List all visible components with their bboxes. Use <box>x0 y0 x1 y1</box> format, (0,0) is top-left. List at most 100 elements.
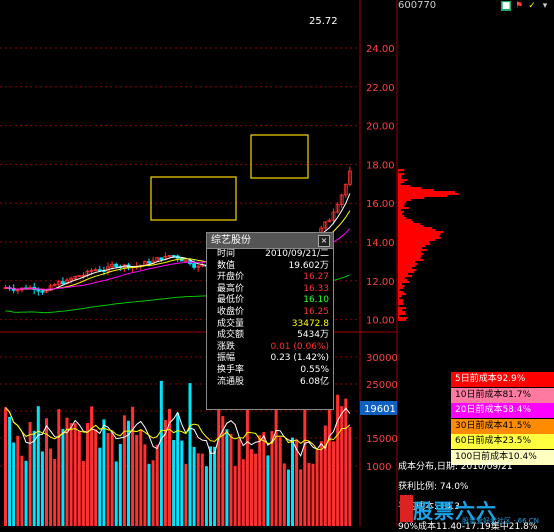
cost-info-line: 获利比例: 74.0% <box>398 482 469 492</box>
volume-bar <box>77 431 81 526</box>
info-row-label: 成交额 <box>217 330 245 341</box>
volume-bar <box>282 463 286 526</box>
ticker-code: 600770 <box>398 0 437 11</box>
volume-bar <box>237 439 241 526</box>
volume-bar <box>28 422 32 526</box>
volume-bar <box>151 460 155 526</box>
candle-body <box>171 255 176 257</box>
flag-icon[interactable]: ⚑ <box>514 1 524 11</box>
volume-bar <box>200 453 204 526</box>
cost-info-line: 成本分布,日期: 2010/09/21 <box>398 462 513 472</box>
volume-bar <box>16 435 20 526</box>
info-row-value: 19.602万 <box>288 260 330 271</box>
volume-bar <box>319 441 323 526</box>
volume-bar <box>295 439 299 526</box>
volume-bar <box>270 431 274 526</box>
info-panel-row: 数值 19.602万 <box>207 261 333 273</box>
volume-bar <box>4 407 7 526</box>
volume-tick-label: 15000 <box>366 434 398 445</box>
volume-bar <box>176 412 180 526</box>
info-panel-row: 成交量 33472.8 <box>207 319 333 331</box>
menu-icon[interactable]: ▾ <box>540 1 550 11</box>
volume-bar <box>106 433 110 526</box>
volume-bar <box>340 406 344 526</box>
volume-bar <box>98 447 102 526</box>
cost-legend-item: 60日前成本23.5% <box>451 434 554 449</box>
volume-bar <box>12 442 16 526</box>
info-row-label: 最高价 <box>217 283 245 294</box>
volume-bar <box>250 449 253 526</box>
info-row-label: 时间 <box>217 249 236 259</box>
volume-bar <box>344 398 348 526</box>
volume-bar <box>213 446 217 526</box>
info-row-value: 0.55% <box>300 364 329 375</box>
volume-bar <box>336 394 340 526</box>
volume-bar <box>315 449 319 526</box>
volume-bar <box>229 434 233 526</box>
cost-legend-item: 20日前成本58.4% <box>451 403 554 418</box>
volume-tick-label: 30000 <box>366 353 398 364</box>
volume-bar <box>311 463 315 526</box>
volume-bar <box>139 429 143 526</box>
candle-body <box>159 257 164 260</box>
flag-check-icon[interactable]: ✓ <box>527 1 537 11</box>
volume-bar <box>262 432 266 526</box>
price-tick-label: 18.00 <box>366 160 395 171</box>
info-panel[interactable]: 综艺股份 × 时间 2010/09/21/二 数值 19.602万 开盘价 16.27 最高… <box>206 232 334 410</box>
info-row-value: 33472.8 <box>291 318 329 329</box>
price-tick-label: 20.00 <box>366 122 395 133</box>
close-icon[interactable]: × <box>318 235 330 247</box>
volume-bar <box>204 466 208 526</box>
candle-body <box>36 289 41 292</box>
volume-bar <box>172 440 176 526</box>
price-tick-label: 10.00 <box>366 316 395 327</box>
info-row-value: 16.27 <box>303 272 329 283</box>
volume-bar <box>348 426 352 526</box>
info-panel-row: 最低价 16.10 <box>207 295 333 307</box>
watermark-subtext: 股票爱好者社区 · 66.CN <box>462 517 539 525</box>
volume-bar <box>184 463 188 526</box>
volume-bar <box>332 441 335 526</box>
volume-bar <box>196 453 200 526</box>
info-panel-row: 换手率 0.55% <box>207 365 333 377</box>
price-axis: 24.00 22.00 20.00 18.00 16.00 14.00 12.00 10.00… <box>360 44 398 473</box>
volume-bar <box>114 461 118 526</box>
info-panel-row: 振幅 0.23 (1.42%) <box>207 353 333 365</box>
volume-bar <box>110 432 114 526</box>
highlight-box <box>250 134 309 179</box>
price-tick-label: 12.00 <box>366 277 395 288</box>
volume-bar <box>49 448 53 526</box>
volume-bar <box>254 453 258 526</box>
volume-bar <box>73 423 77 526</box>
volume-tick-label: 25000 <box>366 380 398 391</box>
volume-bar <box>303 400 307 526</box>
info-panel-row: 最高价 16.33 <box>207 284 333 296</box>
volume-bar <box>299 469 303 526</box>
info-panel-title: 综艺股份 <box>211 235 251 246</box>
info-panel-rows: 时间 2010/09/21/二数值 19.602万 开盘价 16.27 最高价 16.33 最… <box>207 249 333 388</box>
info-row-label: 开盘价 <box>217 272 245 283</box>
info-row-value: 16.25 <box>303 306 329 317</box>
volume-bar <box>36 406 40 526</box>
volume-bar <box>274 398 278 526</box>
info-row-label: 振幅 <box>217 353 236 364</box>
volume-bar <box>143 444 147 526</box>
highlight-box <box>150 176 237 221</box>
volume-bar <box>61 428 65 526</box>
highlight-boxes <box>150 134 309 221</box>
volume-marker-label: 19601 <box>364 404 396 415</box>
stock-icon[interactable]: ■ <box>501 1 511 11</box>
volume-bar <box>20 455 24 526</box>
volume-bar <box>8 416 12 526</box>
cost-legend-item: 30日前成本41.5% <box>451 418 554 434</box>
volume-bar <box>65 417 69 526</box>
price-tick-label: 16.00 <box>366 199 395 210</box>
candle-body <box>40 290 45 293</box>
info-row-label: 成交量 <box>217 318 245 329</box>
volume-bar <box>209 446 212 526</box>
volume-bar <box>155 444 159 526</box>
volume-bar <box>40 451 44 526</box>
volume-bar <box>233 466 237 526</box>
info-row-label: 流通股 <box>217 376 245 387</box>
info-row-value: 2010/09/21/二 <box>265 249 329 259</box>
